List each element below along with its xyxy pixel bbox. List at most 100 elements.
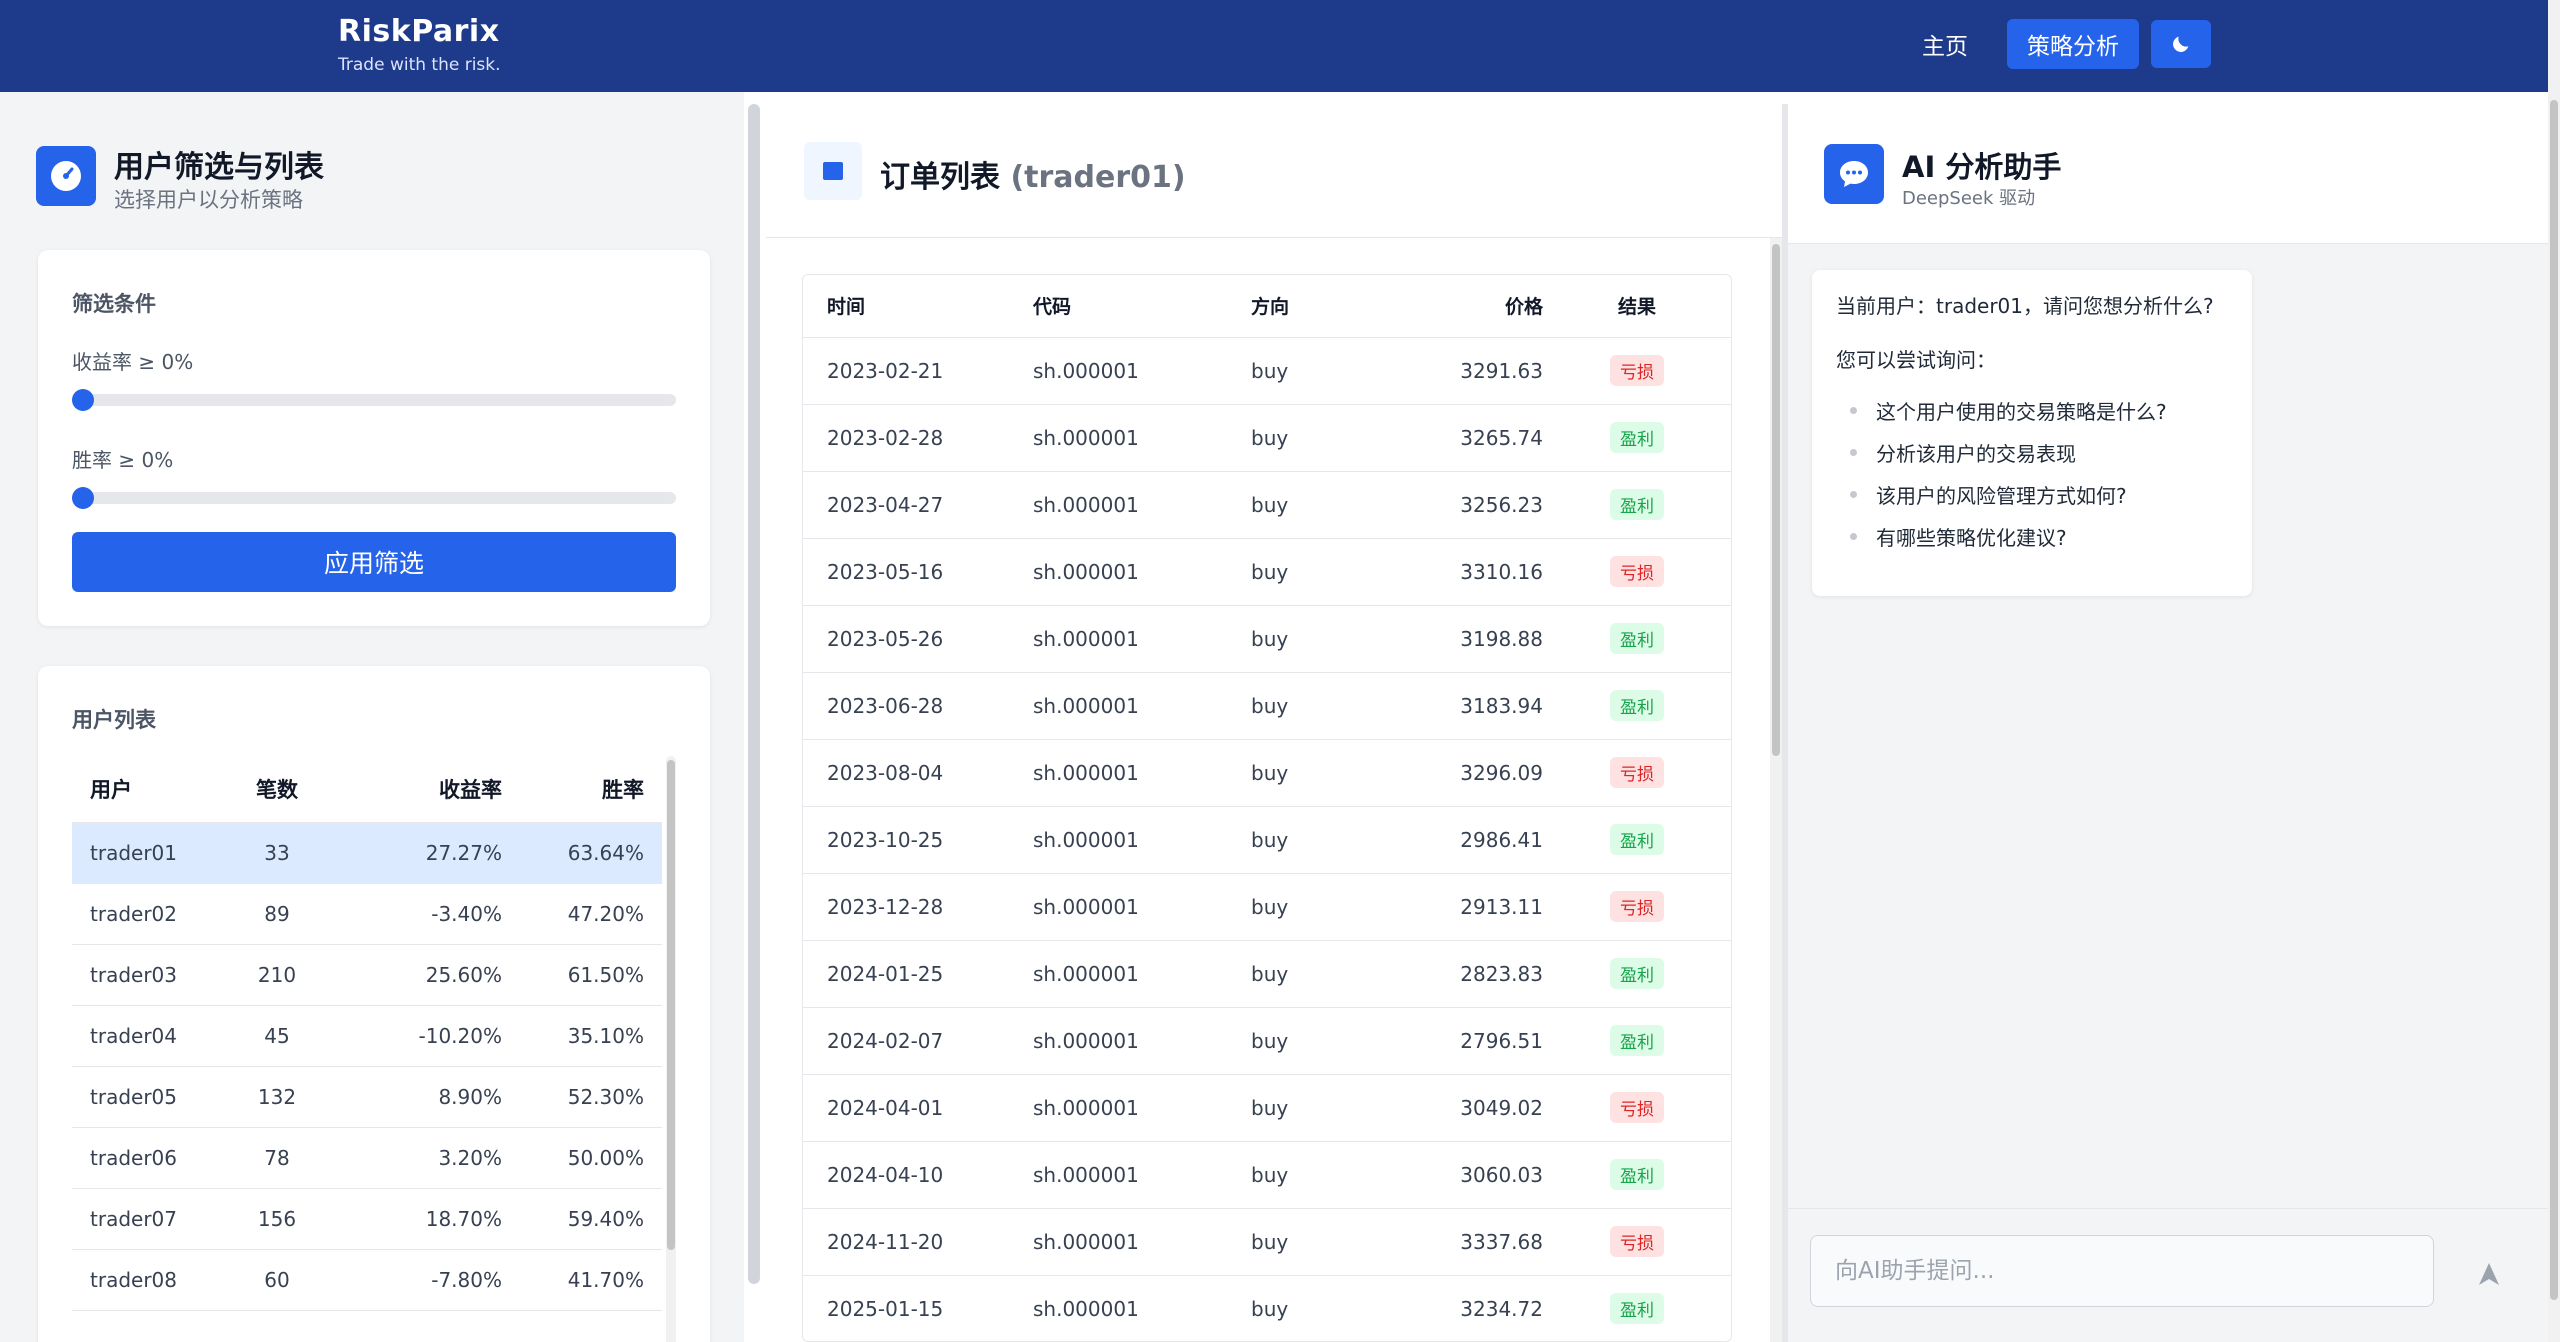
price-cell: 3265.74 — [1401, 404, 1543, 472]
chat-bubble-icon — [1824, 144, 1884, 204]
winrate-slider-thumb[interactable] — [72, 487, 94, 509]
page-scrollbar-thumb[interactable] — [2550, 100, 2558, 1300]
order-row[interactable]: 2025-01-15 sh.000001 buy 3234.72 盈利 — [803, 1275, 1731, 1341]
order-list-header: 订单列表 (trader01) — [766, 104, 1782, 238]
order-row[interactable]: 2023-05-26 sh.000001 buy 3198.88 盈利 — [803, 605, 1731, 673]
order-row[interactable]: 2023-06-28 sh.000001 buy 3183.94 盈利 — [803, 672, 1731, 740]
user-list-title: 用户列表 — [72, 708, 156, 732]
chat-input[interactable] — [1810, 1235, 2434, 1307]
order-list-scrollbar-thumb[interactable] — [1772, 244, 1780, 756]
code-cell: sh.000001 — [1033, 1275, 1251, 1341]
order-row[interactable]: 2023-10-25 sh.000001 buy 2986.41 盈利 — [803, 806, 1731, 874]
column-header-price[interactable]: 价格 — [1401, 275, 1543, 338]
price-cell: 3337.68 — [1401, 1208, 1543, 1276]
order-row[interactable]: 2023-08-04 sh.000001 buy 3296.09 亏损 — [803, 739, 1731, 807]
suggestion-item[interactable]: 这个用户使用的交易策略是什么? — [1836, 396, 2228, 438]
user-row[interactable]: trader02 89 -3.40% 47.20% — [72, 883, 662, 945]
profit-badge: 盈利 — [1610, 958, 1664, 989]
send-button[interactable] — [2454, 1241, 2524, 1307]
return-slider-thumb[interactable] — [72, 389, 94, 411]
direction-cell: buy — [1251, 672, 1401, 740]
column-header-count[interactable]: 笔数 — [222, 756, 332, 823]
code-cell: sh.000001 — [1033, 1007, 1251, 1075]
code-cell: sh.000001 — [1033, 1074, 1251, 1142]
winrate-slider[interactable] — [72, 487, 676, 509]
user-row[interactable]: trader03 210 25.60% 61.50% — [72, 944, 662, 1006]
count-cell: 45 — [222, 1005, 332, 1067]
column-header-direction[interactable]: 方向 — [1251, 275, 1401, 338]
column-header-user[interactable]: 用户 — [72, 756, 222, 823]
price-cell: 2913.11 — [1401, 873, 1543, 941]
order-list-panel: 订单列表 (trader01) 时间 代码 方向 价格 结果 2023-02-2… — [766, 104, 1782, 1342]
user-row[interactable]: trader08 60 -7.80% 41.70% — [72, 1249, 662, 1311]
return-slider[interactable] — [72, 389, 676, 411]
order-row[interactable]: 2023-02-28 sh.000001 buy 3265.74 盈利 — [803, 404, 1731, 472]
column-header-result[interactable]: 结果 — [1543, 275, 1731, 338]
theme-toggle-button[interactable] — [2151, 20, 2211, 68]
order-list-scrollbar[interactable] — [1770, 238, 1782, 1342]
order-table-container: 时间 代码 方向 价格 结果 2023-02-21 sh.000001 buy 329… — [802, 274, 1732, 1342]
user-cell: trader08 — [72, 1249, 222, 1311]
time-cell: 2023-02-21 — [803, 337, 1033, 405]
count-cell: 89 — [222, 883, 332, 945]
order-row[interactable]: 2024-02-07 sh.000001 buy 2796.51 盈利 — [803, 1007, 1731, 1075]
suggestion-item[interactable]: 有哪些策略优化建议? — [1836, 522, 2228, 564]
user-row[interactable]: trader07 156 18.70% 59.40% — [72, 1188, 662, 1250]
ai-assistant-header: AI 分析助手 DeepSeek 驱动 — [1788, 104, 2548, 244]
send-icon — [2479, 1263, 2499, 1285]
result-cell: 亏损 — [1543, 1208, 1731, 1276]
user-cell: trader06 — [72, 1127, 222, 1189]
suggestion-item[interactable]: 该用户的风险管理方式如何? — [1836, 480, 2228, 522]
column-header-time[interactable]: 时间 — [803, 275, 1033, 338]
column-header-winrate[interactable]: 胜率 — [502, 756, 662, 823]
apply-filter-button[interactable]: 应用筛选 — [72, 532, 676, 592]
order-row[interactable]: 2023-12-28 sh.000001 buy 2913.11 亏损 — [803, 873, 1731, 941]
assistant-try-label: 您可以尝试询问： — [1836, 348, 1996, 372]
filter-title: 筛选条件 — [72, 292, 156, 316]
order-row[interactable]: 2024-04-01 sh.000001 buy 3049.02 亏损 — [803, 1074, 1731, 1142]
column-header-return[interactable]: 收益率 — [332, 756, 502, 823]
user-row[interactable]: trader04 45 -10.20% 35.10% — [72, 1005, 662, 1067]
direction-cell: buy — [1251, 1208, 1401, 1276]
nav-home-link[interactable]: 主页 — [1910, 20, 1980, 68]
result-cell: 盈利 — [1543, 1141, 1731, 1209]
loss-badge: 亏损 — [1610, 355, 1664, 386]
brand[interactable]: RiskParix Trade with the risk. — [338, 14, 501, 75]
order-list-user: (trader01) — [1010, 160, 1186, 195]
user-row[interactable]: trader05 132 8.90% 52.30% — [72, 1066, 662, 1128]
return-cell: 27.27% — [332, 822, 502, 884]
order-row[interactable]: 2023-02-21 sh.000001 buy 3291.63 亏损 — [803, 337, 1731, 405]
winrate-cell: 47.20% — [502, 883, 662, 945]
result-cell: 盈利 — [1543, 605, 1731, 673]
user-list-scrollbar[interactable] — [666, 756, 676, 1342]
return-cell: 3.20% — [332, 1127, 502, 1189]
direction-cell: buy — [1251, 940, 1401, 1008]
user-list-scrollbar-thumb[interactable] — [667, 760, 675, 1250]
time-cell: 2023-06-28 — [803, 672, 1033, 740]
page-scrollbar[interactable] — [2548, 0, 2560, 1342]
code-cell: sh.000001 — [1033, 404, 1251, 472]
return-cell: 25.60% — [332, 944, 502, 1006]
direction-cell: buy — [1251, 337, 1401, 405]
direction-cell: buy — [1251, 873, 1401, 941]
user-row[interactable]: trader06 78 3.20% 50.00% — [72, 1127, 662, 1189]
suggestion-item[interactable]: 分析该用户的交易表现 — [1836, 438, 2228, 480]
order-row[interactable]: 2024-04-10 sh.000001 buy 3060.03 盈利 — [803, 1141, 1731, 1209]
user-row[interactable]: trader01 33 27.27% 63.64% — [72, 822, 662, 884]
result-cell: 亏损 — [1543, 538, 1731, 606]
brand-tagline: Trade with the risk. — [338, 55, 501, 75]
column-header-code[interactable]: 代码 — [1033, 275, 1251, 338]
nav-strategy-button[interactable]: 策略分析 — [2007, 19, 2139, 69]
user-list-card: 用户列表 用户 笔数 收益率 胜率 trader01 33 27.27% 63.64%… — [38, 666, 710, 1342]
price-cell: 3060.03 — [1401, 1141, 1543, 1209]
order-row[interactable]: 2023-05-16 sh.000001 buy 3310.16 亏损 — [803, 538, 1731, 606]
panel-resize-handle-left[interactable] — [748, 104, 760, 1284]
time-cell: 2025-01-15 — [803, 1275, 1033, 1341]
code-cell: sh.000001 — [1033, 739, 1251, 807]
code-cell: sh.000001 — [1033, 337, 1251, 405]
order-row[interactable]: 2024-01-25 sh.000001 buy 2823.83 盈利 — [803, 940, 1731, 1008]
order-row[interactable]: 2023-04-27 sh.000001 buy 3256.23 盈利 — [803, 471, 1731, 539]
order-row[interactable]: 2024-11-20 sh.000001 buy 3337.68 亏损 — [803, 1208, 1731, 1276]
user-cell: trader03 — [72, 944, 222, 1006]
order-table: 时间 代码 方向 价格 结果 2023-02-21 sh.000001 buy 329… — [803, 275, 1731, 1341]
